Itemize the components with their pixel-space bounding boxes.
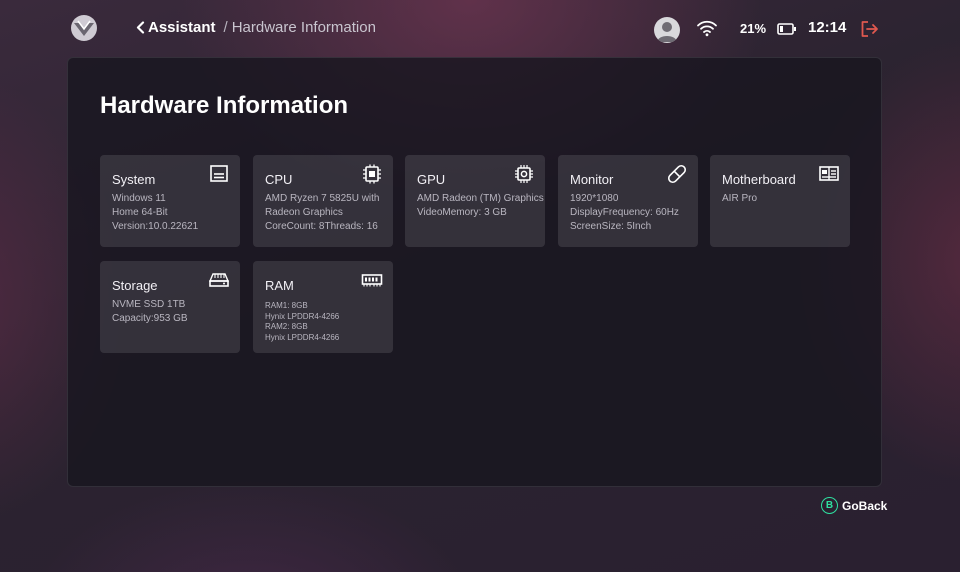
detail-line: CoreCount: 8Threads: 16	[265, 221, 378, 232]
page-title: Hardware Information	[100, 92, 349, 119]
back-button[interactable]: Assistant	[136, 19, 216, 36]
user-avatar-icon[interactable]	[654, 17, 680, 43]
detail-line: RAM2: 8GB	[265, 322, 308, 331]
chevron-left-icon	[136, 21, 145, 34]
top-bar: Assistant / Hardware Information 21% 12:…	[0, 0, 960, 58]
breadcrumb-current: Hardware Information	[231, 19, 376, 36]
back-label: Assistant	[148, 19, 216, 36]
b-button-icon: B	[821, 497, 838, 514]
card-details: Windows 11 Home 64-Bit Version:10.0.2262…	[112, 192, 198, 234]
drive-icon	[208, 270, 230, 290]
card-details: NVME SSD 1TB Capacity:953 GB	[112, 298, 188, 326]
chip-icon	[361, 164, 383, 184]
card-motherboard[interactable]: Motherboard AIR Pro	[710, 155, 850, 247]
battery-icon	[777, 22, 797, 36]
clock: 12:14	[808, 19, 847, 36]
exit-icon[interactable]	[859, 19, 879, 39]
card-storage[interactable]: Storage NVME SSD 1TB Capacity:953 GB	[100, 261, 240, 353]
gpu-chip-icon	[513, 164, 535, 184]
detail-line: RAM1: 8GB	[265, 301, 308, 310]
card-title: GPU	[417, 172, 446, 187]
goback-label: GoBack	[842, 498, 888, 513]
goback-button[interactable]: B GoBack	[821, 497, 887, 514]
card-ram[interactable]: RAM RAM1: 8GB Hynix LPDDR4-4266 RAM2: 8G…	[253, 261, 393, 353]
card-details: AMD Ryzen 7 5825U with Radeon Graphics C…	[265, 192, 380, 234]
card-title: System	[112, 172, 156, 187]
card-cpu[interactable]: CPU AMD Ryzen 7 5825U with Radeon Graphi…	[253, 155, 393, 247]
card-title: Monitor	[570, 172, 614, 187]
memory-stick-icon	[361, 270, 383, 290]
breadcrumb-separator: /	[223, 19, 228, 36]
detail-line: Home 64-Bit	[112, 207, 168, 218]
detail-line: AIR Pro	[722, 193, 758, 204]
monitor-screen-icon	[208, 164, 230, 184]
card-details: 1920*1080 DisplayFrequency: 60Hz ScreenS…	[570, 192, 679, 234]
battery-percent: 21%	[740, 21, 767, 36]
breadcrumb: Assistant / Hardware Information	[136, 19, 376, 36]
link-icon	[666, 164, 688, 184]
card-monitor[interactable]: Monitor 1920*1080 DisplayFrequency: 60Hz…	[558, 155, 698, 247]
card-title: Motherboard	[722, 172, 796, 187]
brand-logo-icon	[69, 14, 99, 42]
detail-line: AMD Radeon (TM) Graphics	[417, 193, 544, 204]
detail-line: Radeon Graphics	[265, 207, 343, 218]
card-details: RAM1: 8GB Hynix LPDDR4-4266 RAM2: 8GB Hy…	[265, 301, 339, 343]
card-details: AMD Radeon (TM) Graphics VideoMemory: 3 …	[417, 192, 544, 220]
card-title: RAM	[265, 278, 294, 293]
detail-line: Version:10.0.22621	[112, 221, 199, 232]
detail-line: Capacity:953 GB	[112, 313, 188, 324]
card-title: Storage	[112, 278, 158, 293]
detail-line: NVME SSD 1TB	[112, 299, 186, 310]
card-title: CPU	[265, 172, 293, 187]
card-details: AIR Pro	[722, 192, 757, 206]
card-gpu[interactable]: GPU AMD Radeon (TM) Graphics VideoMemory…	[405, 155, 545, 247]
detail-line: DisplayFrequency: 60Hz	[570, 207, 679, 218]
detail-line: AMD Ryzen 7 5825U with	[265, 193, 380, 204]
detail-line: ScreenSize: 5Inch	[570, 221, 652, 232]
detail-line: Hynix LPDDR4-4266	[265, 311, 340, 321]
motherboard-icon	[818, 164, 840, 184]
card-system[interactable]: System Windows 11 Home 64-Bit Version:10…	[100, 155, 240, 247]
detail-line: VideoMemory: 3 GB	[417, 207, 507, 218]
detail-line: 1920*1080	[570, 193, 619, 204]
wifi-icon[interactable]	[696, 19, 718, 37]
detail-line: Hynix LPDDR4-4266	[265, 332, 340, 342]
detail-line: Windows 11	[112, 193, 166, 204]
